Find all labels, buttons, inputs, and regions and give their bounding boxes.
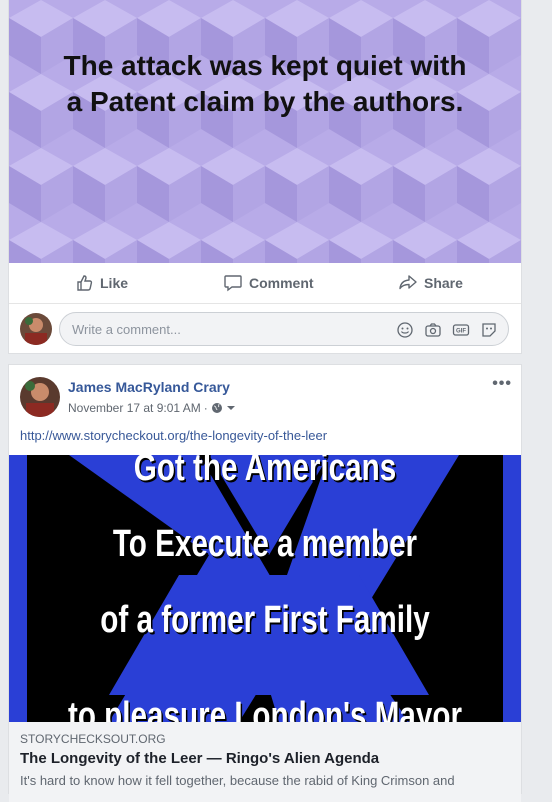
- more-options-icon[interactable]: •••: [492, 375, 512, 393]
- comment-placeholder: Write a comment...: [72, 322, 181, 337]
- share-label: Share: [424, 275, 463, 291]
- author-name[interactable]: James MacRyland Crary: [68, 379, 230, 395]
- post-actions-bar: Like Comment Share: [9, 263, 521, 304]
- image-text-line: of a former First Family: [100, 599, 430, 641]
- link-title[interactable]: The Longevity of the Leer — Ringo's Alie…: [20, 750, 379, 767]
- link-preview-image[interactable]: Got the Americans To Execute a member of…: [9, 455, 521, 722]
- separator: ·: [203, 401, 208, 415]
- svg-text:GIF: GIF: [456, 329, 466, 335]
- post-text-line: The attack was kept quiet with: [63, 50, 467, 81]
- sticker-icon[interactable]: [480, 321, 498, 339]
- image-text-line: To Execute a member: [112, 523, 418, 565]
- avatar[interactable]: [20, 313, 52, 345]
- thumbs-up-icon: [77, 275, 93, 291]
- gif-icon[interactable]: GIF: [452, 321, 470, 339]
- cube-pattern: [9, 0, 521, 263]
- post-text: The attack was kept quiet with a Patent …: [9, 48, 521, 120]
- camera-icon[interactable]: [424, 321, 442, 339]
- like-label: Like: [100, 275, 129, 291]
- comment-input[interactable]: Write a comment... GIF: [59, 312, 509, 346]
- comment-button[interactable]: Comment: [223, 263, 314, 303]
- link-preview-box[interactable]: STORYCHECKSOUT.ORG The Longevity of the …: [9, 722, 521, 802]
- post-timestamp[interactable]: November 17 at 9:01 AM: [68, 401, 201, 415]
- comment-label: Comment: [249, 275, 314, 291]
- avatar-image: [20, 313, 52, 345]
- speech-bubble-icon: [224, 275, 242, 292]
- link-description: It's hard to know how it fell together, …: [20, 773, 455, 788]
- post-meta: November 17 at 9:01 AM ·: [68, 401, 236, 415]
- comment-composer: Write a comment... GIF: [9, 304, 521, 354]
- share-arrow-icon: [399, 275, 417, 290]
- like-button[interactable]: Like: [76, 263, 128, 303]
- emoji-icon[interactable]: [396, 321, 414, 339]
- post-link-url[interactable]: http://www.storycheckout.org/the-longevi…: [20, 428, 327, 443]
- post-text-line: a Patent claim by the authors.: [66, 86, 464, 117]
- background-text-panel: The attack was kept quiet with a Patent …: [9, 0, 521, 263]
- link-source: STORYCHECKSOUT.ORG: [20, 732, 166, 746]
- avatar-image: [20, 377, 60, 417]
- globe-icon[interactable]: [211, 402, 223, 414]
- post-card: James MacRyland Crary November 17 at 9:0…: [8, 364, 522, 802]
- share-button[interactable]: Share: [398, 263, 463, 303]
- chevron-down-icon[interactable]: [226, 403, 236, 413]
- post-card: The attack was kept quiet with a Patent …: [8, 0, 522, 354]
- star-background: [9, 455, 521, 722]
- image-text-line: to pleasure London's Mayor: [67, 695, 463, 722]
- image-text-line: Got the Americans: [133, 455, 397, 489]
- avatar[interactable]: [20, 377, 60, 417]
